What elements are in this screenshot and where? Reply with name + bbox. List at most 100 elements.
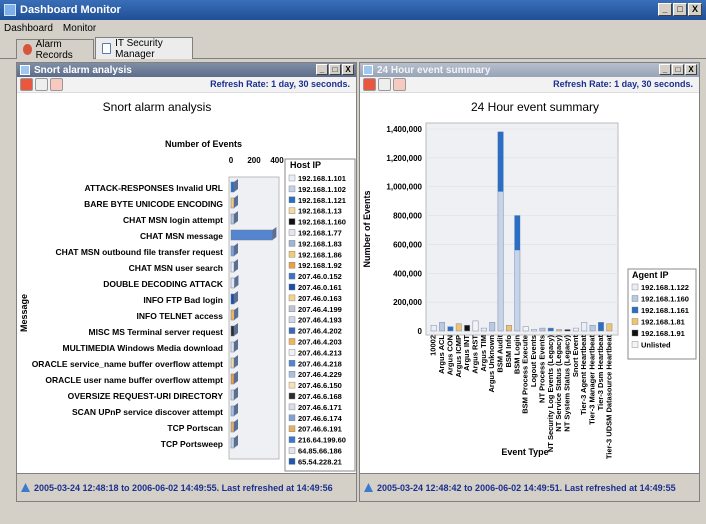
bar <box>230 261 235 273</box>
event-panel-title: 24 Hour event summary <box>377 64 491 76</box>
panel-minimize-button[interactable]: _ <box>316 64 328 75</box>
bar <box>439 322 445 332</box>
stop-icon[interactable] <box>20 78 33 91</box>
legend-label: 192.168.1.86 <box>298 250 342 259</box>
plot-area <box>425 122 619 336</box>
bar <box>230 325 235 337</box>
bar <box>589 324 596 332</box>
bar <box>539 327 546 332</box>
panel-maximize-button[interactable]: □ <box>672 64 684 75</box>
legend-swatch <box>288 316 296 323</box>
snort-panel: Snort alarm analysis _ □ X Refresh Rate:… <box>16 62 357 502</box>
bar <box>581 322 588 332</box>
refresh-icon[interactable] <box>50 78 63 91</box>
x-tick-label: 0 <box>229 156 234 165</box>
legend-swatch <box>631 329 639 337</box>
legend-label: Unlisted <box>641 341 671 350</box>
y-tick-label: 400,000 <box>393 269 422 278</box>
bar <box>230 277 235 289</box>
status-icon <box>21 483 30 492</box>
snort-panel-titlebar: Snort alarm analysis _ □ X <box>17 63 356 77</box>
y-axis-label: Message <box>19 294 29 332</box>
snort-toolbar: Refresh Rate: 1 day, 30 seconds. <box>17 77 356 93</box>
x-tick-label: Tier-3 UDSM Datasource Heartbeat <box>604 335 613 460</box>
event-chart-svg: 24 Hour event summary 0 200,000 400,000 600… <box>362 100 697 460</box>
close-button[interactable]: X <box>688 3 702 16</box>
y-tick-label: INFO TELNET access <box>137 311 224 321</box>
legend-swatch <box>288 360 296 367</box>
bar <box>547 327 554 332</box>
panel-maximize-button[interactable]: □ <box>329 64 341 75</box>
bar <box>522 326 529 332</box>
menu-monitor[interactable]: Monitor <box>63 23 96 34</box>
minimize-button[interactable]: _ <box>658 3 672 16</box>
bar <box>506 324 512 332</box>
legend-label: 64.85.66.186 <box>298 447 342 456</box>
legend-label: 207.46.4.202 <box>298 327 342 336</box>
print-icon[interactable] <box>35 78 48 91</box>
event-summary-panel: 24 Hour event summary _ □ X Refresh Rate… <box>359 62 700 502</box>
bar <box>572 327 579 332</box>
chart-title: Snort alarm analysis <box>103 100 212 114</box>
panel-close-button[interactable]: X <box>342 64 354 75</box>
y-tick-label: BARE BYTE UNICODE ENCODING <box>84 199 223 209</box>
refresh-icon[interactable] <box>393 78 406 91</box>
snort-panel-title: Snort alarm analysis <box>34 64 132 76</box>
bar <box>480 327 487 332</box>
bar <box>531 329 537 332</box>
legend-label: 207.46.4.193 <box>298 316 342 325</box>
y-tick-label: 1,000,000 <box>386 183 422 192</box>
legend-swatch <box>288 414 296 421</box>
y-tick-label: SCAN UPnP service discover attempt <box>72 407 223 417</box>
panel-icon <box>363 65 373 75</box>
legend-label: 207.46.6.191 <box>298 425 342 434</box>
legend-label: 207.46.0.163 <box>298 294 342 303</box>
legend-swatch <box>288 403 296 411</box>
legend-swatch <box>288 458 296 465</box>
legend-swatch <box>288 261 296 269</box>
bar <box>230 421 235 433</box>
legend-swatch <box>288 338 296 345</box>
y-tick-label: ORACLE user name buffer overflow attempt <box>45 375 223 385</box>
y-tick-label: 200,000 <box>393 298 422 307</box>
bar <box>230 293 235 305</box>
app-icon <box>4 4 16 16</box>
bar <box>489 322 496 332</box>
bar <box>230 181 235 193</box>
panel-close-button[interactable]: X <box>685 64 697 75</box>
tab-it-security-manager[interactable]: IT Security Manager <box>95 37 193 60</box>
legend-label: 207.46.0.161 <box>298 283 342 292</box>
maximize-button[interactable]: □ <box>673 3 687 16</box>
bar <box>598 322 604 332</box>
tab-alarm-records-label: Alarm Records <box>35 38 73 61</box>
legend-swatch <box>288 229 296 236</box>
bar <box>564 329 571 332</box>
legend-label: 207.46.6.174 <box>298 414 343 423</box>
y-tick-label: DOUBLE DECODING ATTACK <box>103 279 224 289</box>
menu-dashboard[interactable]: Dashboard <box>4 23 53 34</box>
y-tick-label: ORACLE service_name buffer overflow atte… <box>32 359 223 369</box>
panel-minimize-button[interactable]: _ <box>659 64 671 75</box>
legend-label: 192.168.1.81 <box>641 318 685 327</box>
stop-icon[interactable] <box>363 78 376 91</box>
refresh-rate: Refresh Rate: 1 day, 30 seconds. <box>210 79 350 89</box>
bar <box>430 324 437 332</box>
event-status-text: 2005-03-24 12:48:42 to 2006-06-02 14:49:… <box>377 482 676 493</box>
tab-alarm-records[interactable]: Alarm Records <box>16 38 94 61</box>
y-tick-label: 1,200,000 <box>386 154 422 163</box>
y-tick-label: OVERSIZE REQUEST-URI DIRECTORY <box>68 391 224 401</box>
bar <box>230 245 235 257</box>
bar <box>556 329 563 332</box>
bar <box>230 229 273 241</box>
legend-label: 192.168.1.161 <box>641 306 689 315</box>
legend-label: 216.64.199.60 <box>298 436 346 445</box>
legend-label: 192.168.1.91 <box>641 329 685 338</box>
legend-swatch <box>631 295 639 302</box>
y-tick-label: CHAT MSN message <box>140 231 223 241</box>
print-icon[interactable] <box>378 78 391 91</box>
legend-label: 207.46.4.218 <box>298 359 342 368</box>
y-tick-label: 800,000 <box>393 212 422 221</box>
legend-label: 192.168.1.122 <box>641 283 689 292</box>
y-tick-label: 1,400,000 <box>386 125 422 134</box>
x-axis-label: Event Type <box>501 447 548 457</box>
